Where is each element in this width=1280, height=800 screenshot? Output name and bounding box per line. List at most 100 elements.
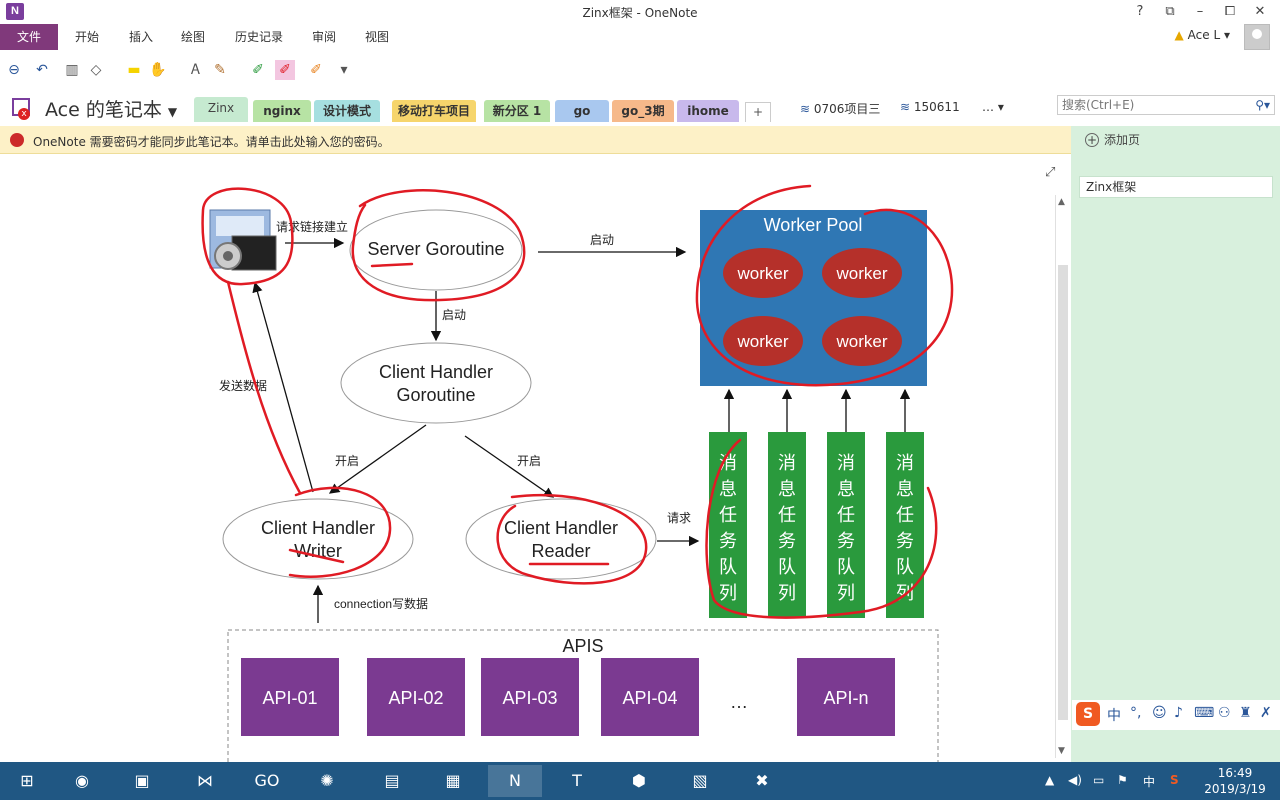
search-icon[interactable]: ⚲▾ (1255, 96, 1270, 114)
user-icon[interactable]: ⚇ (1218, 705, 1231, 721)
worker-pool-title: Worker Pool (764, 215, 863, 235)
notebook-150611[interactable]: ≋ 150611 (900, 100, 960, 114)
add-section-button[interactable]: + (745, 102, 771, 122)
message-queue-char: 消 (778, 453, 796, 473)
clock-time: 16:49 (1217, 766, 1253, 780)
add-page-button[interactable]: + 添加页 (1085, 131, 1140, 148)
text-mode-icon[interactable]: Ꭺ (186, 60, 206, 80)
tab-view[interactable]: 视图 (365, 24, 389, 50)
tools-icon[interactable]: ✗ (1260, 705, 1272, 721)
label-request: 请求 (667, 511, 691, 525)
sogou-logo-icon[interactable]: S (1076, 702, 1100, 726)
pdf-icon[interactable]: ⬢ (612, 765, 666, 797)
goland-icon[interactable]: GO (240, 765, 294, 797)
flag-icon[interactable]: ⚑ (1117, 773, 1128, 787)
section-tab-taxi-project[interactable]: 移动打车项目 (392, 100, 476, 122)
mic-icon[interactable]: ♪ (1174, 705, 1183, 721)
lasso-icon[interactable]: ✋ (148, 60, 168, 80)
pen-red-icon[interactable]: ✐ (275, 60, 295, 80)
fullscreen-button[interactable]: ⧉ (1158, 2, 1182, 22)
tab-draw[interactable]: 绘图 (181, 24, 205, 50)
help-button[interactable]: ? (1128, 2, 1152, 22)
message-queue-char: 列 (778, 583, 796, 603)
punct-icon[interactable]: °, (1130, 705, 1141, 721)
label-open-reader: 开启 (517, 454, 541, 468)
scroll-up-icon[interactable]: ▲ (1058, 197, 1065, 207)
network-icon[interactable]: ▭ (1093, 773, 1104, 787)
scroll-down-icon[interactable]: ▼ (1058, 746, 1065, 756)
notebook-sync-error-icon[interactable] (12, 98, 30, 120)
close-button[interactable]: ✕ (1248, 2, 1272, 22)
typora-icon[interactable]: T (550, 765, 604, 797)
section-tab-new-section[interactable]: 新分区 1 (484, 100, 550, 122)
highlighter-yellow-icon[interactable]: ▬ (124, 60, 144, 80)
volume-icon[interactable]: ◀) (1068, 773, 1082, 787)
minimize-button[interactable]: – (1188, 2, 1212, 22)
message-queue-char: 务 (719, 531, 737, 551)
message-queue-char: 队 (837, 557, 855, 577)
shapes-icon[interactable]: ◇ (86, 60, 106, 80)
message-queue-char: 任 (896, 505, 914, 525)
message-queue-char: 息 (719, 479, 737, 499)
scroll-thumb[interactable] (1058, 265, 1068, 720)
clock-date: 2019/3/19 (1204, 782, 1266, 796)
user-account[interactable]: ▲ Ace L ▾ (1174, 28, 1230, 42)
section-tab-ihome[interactable]: ihome (677, 100, 739, 122)
section-tab-go[interactable]: go (555, 100, 609, 122)
file-explorer-icon[interactable]: ▤ (365, 765, 419, 797)
xmind-icon[interactable]: ✖ (735, 765, 789, 797)
taskbar: ⊞ ◉ ▣ ⋈ GO ✺ ▤ ▦ N T ⬢ ▧ ✖ ▲ ◀) ▭ ⚑ 中 S … (0, 762, 1280, 800)
back-icon[interactable]: ⊖ (4, 60, 24, 80)
tab-history[interactable]: 历史记录 (235, 24, 283, 50)
onenote-icon[interactable]: N (488, 765, 542, 797)
tool-icon[interactable]: ▧ (673, 765, 727, 797)
tab-file[interactable]: 文件 (0, 24, 58, 50)
message-queue-char: 务 (896, 531, 914, 551)
tab-insert[interactable]: 插入 (129, 24, 153, 50)
tab-review[interactable]: 审阅 (312, 24, 336, 50)
message-queue-char: 队 (778, 557, 796, 577)
avatar[interactable] (1244, 24, 1270, 50)
tab-home[interactable]: 开始 (75, 24, 99, 50)
reader-line1: Client Handler (504, 518, 618, 538)
start-icon[interactable]: ⊞ (0, 765, 54, 797)
terminal-icon[interactable]: ▦ (426, 765, 480, 797)
api-label: API-03 (502, 688, 557, 708)
section-tab-nginx[interactable]: nginx (253, 100, 311, 122)
section-tab-design-patterns[interactable]: 设计模式 (314, 100, 380, 122)
section-tab-zinx[interactable]: Zinx (194, 97, 248, 122)
ime-mode[interactable]: 中 (1107, 705, 1121, 725)
section-tab-go3[interactable]: go_3期 (612, 100, 674, 122)
pen-orange-icon[interactable]: ✐ (306, 60, 326, 80)
message-queue-char: 息 (896, 479, 914, 499)
keyboard-icon[interactable]: ⌨ (1194, 705, 1214, 721)
chrome-icon[interactable]: ◉ (55, 765, 109, 797)
notebook-0706[interactable]: ≋ 0706项目三 (800, 100, 880, 117)
dock-icon[interactable]: ▥ (62, 60, 82, 80)
page-item-zinx[interactable]: Zinx框架 (1079, 176, 1273, 198)
tray-expand-icon[interactable]: ▲ (1045, 773, 1054, 787)
sync-warning-bar[interactable]: OneNote 需要密码才能同步此笔记本。请单击此处输入您的密码。 (0, 126, 1071, 154)
undo-icon[interactable]: ↶ (32, 60, 52, 80)
pens-icon[interactable]: ✎ (210, 60, 230, 80)
sync-warning-text[interactable]: OneNote 需要密码才能同步此笔记本。请单击此处输入您的密码。 (33, 133, 390, 150)
vertical-scrollbar[interactable]: ▲ ▼ (1055, 195, 1070, 758)
remote-desktop-icon[interactable]: ▣ (115, 765, 169, 797)
skin-icon[interactable]: ♜ (1239, 705, 1252, 721)
paint-icon[interactable]: ✺ (300, 765, 354, 797)
notebook-name[interactable]: Ace 的笔记本 ▼ (45, 95, 177, 122)
visual-studio-icon[interactable]: ⋈ (178, 765, 232, 797)
search-input[interactable]: 搜索(Ctrl+E) ⚲▾ (1057, 95, 1275, 115)
customize-icon[interactable]: ▾ (334, 60, 354, 80)
restore-button[interactable]: ⧠ (1218, 2, 1242, 22)
clock[interactable]: 16:49 2019/3/19 (1198, 765, 1272, 797)
emoji-icon[interactable]: ☺ (1152, 705, 1167, 721)
notebook-icon: ≋ (900, 100, 911, 114)
page-canvas[interactable]: 请求链接建立 启动 启动 发送数据 开启 开启 请求 connection写数据… (0, 154, 1055, 771)
more-notebooks-button[interactable]: … ▾ (982, 100, 1004, 114)
pen-green-icon[interactable]: ✐ (248, 60, 268, 80)
server-goroutine-label: Server Goroutine (367, 239, 504, 259)
writer-line2: Writer (294, 541, 342, 561)
tray-ime[interactable]: 中 (1143, 773, 1155, 790)
sogou-tray-icon[interactable]: S (1170, 773, 1179, 787)
